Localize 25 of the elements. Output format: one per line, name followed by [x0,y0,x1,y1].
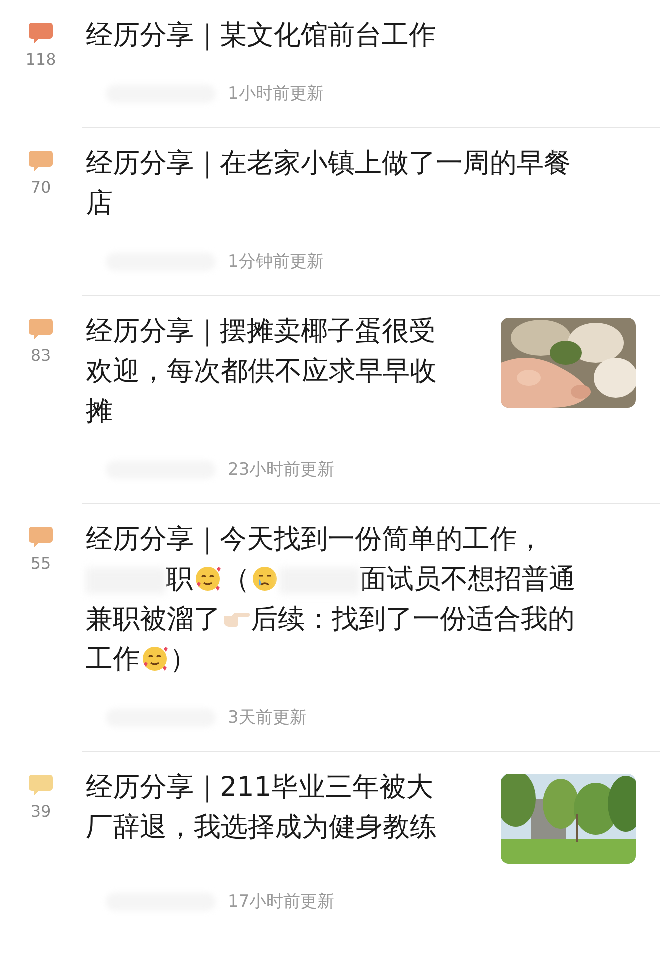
post-title[interactable]: 经历分享｜某文化馆前台工作 [86,16,591,56]
post-title[interactable]: 工作 [86,644,140,675]
post-title[interactable]: 兼职被溜了 [86,604,221,635]
update-time: 17小时前更新 [228,891,335,913]
comment-count: 70 [30,178,52,197]
post-title[interactable]: 后续：找到了一份适合我的 [251,604,575,635]
comment-count: 83 [30,346,52,365]
smiling-face-icon [140,644,170,674]
update-time: 1小时前更新 [228,83,324,105]
post-title[interactable]: 面试员不想招普通 [360,564,576,595]
update-time: 3天前更新 [228,707,307,729]
post-title[interactable]: 经历分享｜211毕业三年被大厂辞退，我选择成为健身教练 [86,768,448,848]
post-title[interactable]: 职 [166,564,193,595]
post-title[interactable]: 经历分享｜摆摊卖椰子蛋很受欢迎，每次都供不应求早早收摊 [86,312,448,432]
post-title[interactable]: 经历分享｜今天找到一份简单的工作， [86,524,544,555]
update-time: 1分钟前更新 [228,251,324,273]
update-time: 23小时前更新 [228,459,335,481]
post-title[interactable]: （ [223,564,250,595]
comment-count: 118 [26,50,56,69]
smiling-face-icon [193,564,223,594]
comment-count: 39 [30,802,52,821]
post-title[interactable]: 经历分享｜在老家小镇上做了一周的早餐店 [86,144,591,224]
comment-count: 55 [30,554,52,573]
post-title[interactable]: ） [170,644,197,675]
crying-face-icon [250,564,280,594]
